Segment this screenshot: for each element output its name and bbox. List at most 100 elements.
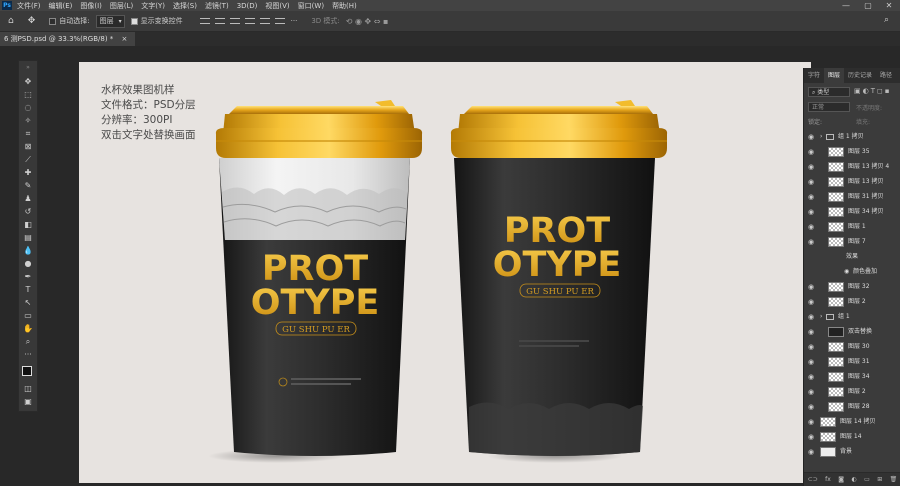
- search-icon[interactable]: ⌕: [884, 15, 889, 25]
- visibility-eye-icon[interactable]: ◉: [808, 145, 814, 159]
- menu-type[interactable]: 文字(Y): [141, 1, 165, 11]
- layer-row[interactable]: ◉ 图层 31: [804, 355, 900, 369]
- crop-tool-icon[interactable]: ⌗: [23, 129, 33, 139]
- shape-tool-icon[interactable]: ▭: [23, 311, 33, 321]
- checkbox-box[interactable]: [49, 17, 57, 25]
- layer-row[interactable]: ◉ 图层 13 拷贝: [804, 175, 900, 189]
- menu-edit[interactable]: 编辑(E): [49, 1, 73, 11]
- magic-wand-icon[interactable]: ✧: [23, 116, 33, 126]
- 3d-pan-icon[interactable]: ✥: [365, 17, 372, 26]
- visibility-eye-icon[interactable]: ◉: [808, 385, 814, 399]
- home-icon[interactable]: ⌂: [8, 16, 14, 26]
- hand-tool-icon[interactable]: ✋: [23, 324, 33, 334]
- layer-row[interactable]: ◉ 图层 32: [804, 280, 900, 294]
- layer-row[interactable]: ◉ 图层 1: [804, 220, 900, 234]
- tab-history[interactable]: 历史记录: [844, 68, 876, 83]
- menu-3d[interactable]: 3D(D): [237, 2, 258, 10]
- visibility-eye-icon[interactable]: ◉: [808, 175, 814, 189]
- lasso-tool-icon[interactable]: ◌: [23, 103, 33, 113]
- maximize-button[interactable]: ▢: [858, 0, 878, 11]
- tab-layers[interactable]: 图层: [824, 68, 845, 83]
- document-canvas[interactable]: 水杯效果图机样 文件格式：PSD分层 分辨率：300PI 双击文字处替换画面 P…: [79, 62, 811, 483]
- checkbox-box[interactable]: [130, 17, 138, 25]
- layer-row[interactable]: ◉ › 组 1 拷贝: [804, 130, 900, 144]
- collapse-icon[interactable]: »: [23, 63, 33, 73]
- history-brush-icon[interactable]: ↺: [23, 207, 33, 217]
- more-options-button[interactable]: ···: [291, 17, 298, 25]
- visibility-eye-icon[interactable]: ◉: [808, 130, 814, 144]
- blend-mode-dropdown[interactable]: 正常: [808, 102, 850, 112]
- layer-row[interactable]: ◉ 双击替换: [804, 325, 900, 339]
- move-tool-icon[interactable]: ✥: [28, 16, 36, 26]
- brush-tool-icon[interactable]: ✎: [23, 181, 33, 191]
- close-tab-icon[interactable]: ×: [122, 35, 128, 43]
- layer-row[interactable]: 效果: [804, 250, 900, 264]
- align-vcenter-icon[interactable]: [214, 16, 225, 26]
- layer-row[interactable]: ◉ 图层 28: [804, 400, 900, 414]
- layer-row[interactable]: ◉ 图层 34: [804, 370, 900, 384]
- layer-row[interactable]: ◉ 图层 2: [804, 295, 900, 309]
- visibility-eye-icon[interactable]: ◉: [808, 220, 814, 234]
- 3d-scale-icon[interactable]: ▪: [383, 17, 388, 26]
- blur-tool-icon[interactable]: 💧: [23, 246, 33, 256]
- visibility-eye-icon[interactable]: ◉: [808, 235, 814, 249]
- fx-icon[interactable]: fx: [825, 476, 831, 483]
- 3d-roll-icon[interactable]: ◉: [355, 17, 362, 26]
- quick-mask-icon[interactable]: ◫: [23, 384, 33, 394]
- visibility-eye-icon[interactable]: ◉: [808, 415, 814, 429]
- layer-filter-dropdown[interactable]: ⌕ 类型: [808, 87, 850, 97]
- tab-character[interactable]: 字符: [804, 68, 824, 83]
- menu-view[interactable]: 视图(V): [265, 1, 289, 11]
- layer-row[interactable]: ◉ 图层 2: [804, 385, 900, 399]
- gradient-tool-icon[interactable]: ▤: [23, 233, 33, 243]
- layer-row[interactable]: ◉ 颜色叠加: [804, 265, 900, 279]
- folder-icon[interactable]: ▭: [864, 476, 870, 483]
- align-bottom-icon[interactable]: [229, 16, 240, 26]
- menu-file[interactable]: 文件(F): [17, 1, 41, 11]
- layer-row[interactable]: ◉ 图层 30: [804, 340, 900, 354]
- menu-image[interactable]: 图像(I): [80, 1, 102, 11]
- menu-help[interactable]: 帮助(H): [332, 1, 357, 11]
- mask-icon[interactable]: ◙: [838, 476, 844, 483]
- menu-layer[interactable]: 图层(L): [110, 1, 133, 11]
- visibility-eye-icon[interactable]: ◉: [808, 370, 814, 384]
- align-hcenter-icon[interactable]: [259, 16, 270, 26]
- effect-visibility-icon[interactable]: ◉: [844, 265, 849, 279]
- align-left-icon[interactable]: [244, 16, 255, 26]
- adjustment-icon[interactable]: ◐: [851, 476, 856, 483]
- eyedropper-icon[interactable]: ⟋: [23, 155, 33, 165]
- screen-mode-icon[interactable]: ▣: [23, 397, 33, 407]
- layer-row[interactable]: ◉ › 组 1: [804, 310, 900, 324]
- visibility-eye-icon[interactable]: ◉: [808, 400, 814, 414]
- visibility-eye-icon[interactable]: ◉: [808, 205, 814, 219]
- link-icon[interactable]: ⊂⊃: [808, 476, 818, 483]
- panel-scrollbar[interactable]: [891, 68, 900, 486]
- minimize-button[interactable]: —: [836, 0, 856, 11]
- layer-row[interactable]: ◉ 图层 34 拷贝: [804, 205, 900, 219]
- pen-tool-icon[interactable]: ✒: [23, 272, 33, 282]
- visibility-eye-icon[interactable]: ◉: [808, 355, 814, 369]
- visibility-eye-icon[interactable]: ◉: [808, 190, 814, 204]
- align-right-icon[interactable]: [274, 16, 285, 26]
- auto-select-checkbox[interactable]: 自动选择:: [49, 16, 90, 26]
- 3d-rotate-icon[interactable]: ⟲: [346, 17, 353, 26]
- filter-icons[interactable]: ▣◐T◻▪: [854, 87, 892, 95]
- new-layer-icon[interactable]: ⊞: [877, 476, 882, 483]
- frame-tool-icon[interactable]: ⊠: [23, 142, 33, 152]
- menu-window[interactable]: 窗口(W): [298, 1, 324, 11]
- more-tools-icon[interactable]: ···: [23, 350, 33, 360]
- zoom-tool-icon[interactable]: ⌕: [23, 337, 33, 347]
- move-tool-icon[interactable]: ✥: [23, 77, 33, 87]
- expand-arrow-icon[interactable]: ›: [820, 130, 822, 144]
- layer-row[interactable]: ◉ 图层 7: [804, 235, 900, 249]
- visibility-eye-icon[interactable]: ◉: [808, 430, 814, 444]
- layer-row[interactable]: ◉ 图层 13 拷贝 4: [804, 160, 900, 174]
- 3d-slide-icon[interactable]: ⇔: [374, 17, 381, 26]
- align-top-icon[interactable]: [199, 16, 210, 26]
- visibility-eye-icon[interactable]: ◉: [808, 310, 814, 324]
- document-tab[interactable]: 6 测PSD.psd @ 33.3%(RGB/8) * ×: [0, 32, 136, 46]
- marquee-tool-icon[interactable]: ⬚: [23, 90, 33, 100]
- type-tool-icon[interactable]: T: [23, 285, 33, 295]
- visibility-eye-icon[interactable]: ◉: [808, 295, 814, 309]
- layer-row[interactable]: ◉ 背景: [804, 445, 900, 459]
